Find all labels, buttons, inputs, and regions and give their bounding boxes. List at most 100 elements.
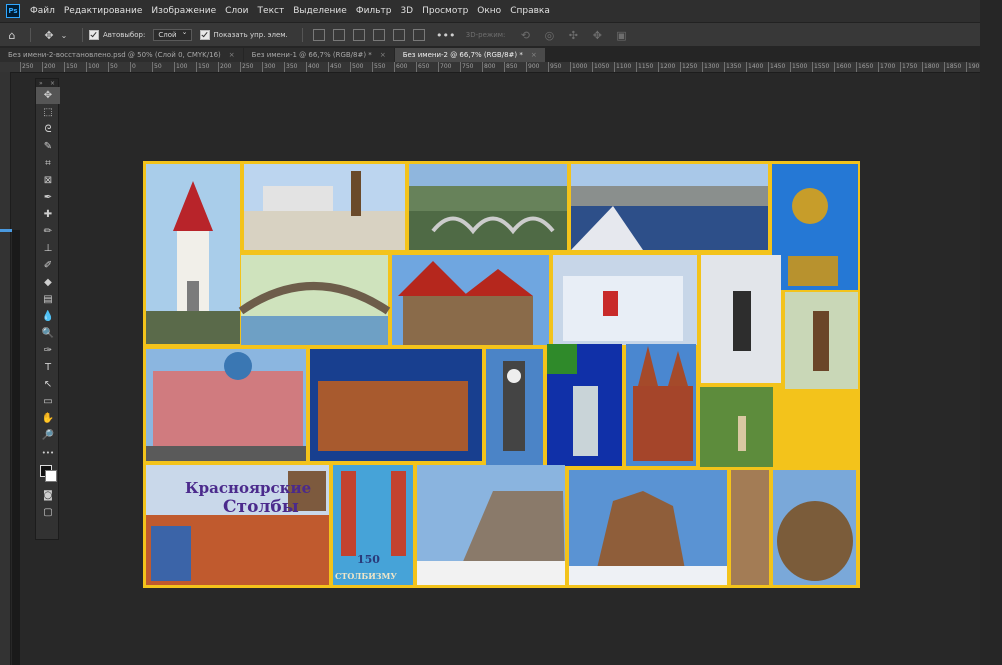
close-icon[interactable]: ×: [229, 51, 235, 59]
collapse-icon[interactable]: »: [39, 80, 43, 87]
eraser-tool-icon[interactable]: ◆: [36, 274, 60, 291]
frame-tool-icon[interactable]: ⊠: [36, 172, 60, 189]
ruler-tick: [614, 62, 615, 72]
marquee-tool-icon[interactable]: ⬚: [36, 104, 60, 121]
menu-filter[interactable]: Фильтр: [356, 6, 392, 16]
menu-3d[interactable]: 3D: [400, 6, 413, 16]
ruler-label: 550: [374, 63, 386, 70]
rectangle-tool-icon[interactable]: ▭: [36, 393, 60, 410]
poster-title-line2: Столбы: [223, 497, 299, 517]
slide-3d-icon: ✥: [592, 28, 603, 42]
dodge-tool-icon[interactable]: 🔍: [36, 325, 60, 342]
menu-select[interactable]: Выделение: [293, 6, 347, 16]
pen-tool-icon[interactable]: ✑: [36, 342, 60, 359]
align-bottom-icon[interactable]: [412, 29, 425, 41]
show-transform-checkbox[interactable]: Показать упр. элем.: [199, 30, 288, 40]
ruler-label: 1250: [682, 63, 698, 70]
menu-help[interactable]: Справка: [510, 6, 550, 16]
home-icon[interactable]: ⌂: [5, 28, 19, 42]
ruler-tick: [394, 62, 395, 72]
zoom-tool-icon[interactable]: 🔎: [36, 427, 60, 444]
ruler-label: 1800: [924, 63, 940, 70]
ruler-tick: [174, 62, 175, 72]
ruler-tick: [834, 62, 835, 72]
crop-tool-icon[interactable]: ⌗: [36, 155, 60, 172]
checkbox-box[interactable]: [89, 30, 99, 40]
history-brush-tool-icon[interactable]: ✐: [36, 257, 60, 274]
ruler-label: 150: [198, 63, 210, 70]
ruler-tick: [636, 62, 637, 72]
ruler-label: 1300: [704, 63, 720, 70]
autoselect-dropdown[interactable]: Слой: [153, 28, 192, 41]
hand-tool-icon[interactable]: ✋: [36, 410, 60, 427]
path-select-tool-icon[interactable]: ↖: [36, 376, 60, 393]
photoshop-logo[interactable]: Ps: [6, 4, 20, 18]
ruler-tick: [790, 62, 791, 72]
lasso-tool-icon[interactable]: ᘓ: [36, 121, 60, 138]
document-tabs: Без имени-2-восстановлено.psd @ 50% (Сло…: [0, 46, 1002, 62]
tab-document-3[interactable]: Без имени-2 @ 66,7% (RGB/8#) * ×: [394, 48, 545, 62]
align-left-icon[interactable]: [312, 29, 325, 41]
ruler-label: 1600: [836, 63, 852, 70]
checkbox-box[interactable]: [199, 30, 210, 40]
quick-mask-icon[interactable]: ◙: [36, 487, 60, 504]
tools-panel-header[interactable]: » ×: [36, 79, 58, 87]
separator: [301, 28, 303, 42]
autoselect-label: Автовыбор:: [103, 31, 146, 39]
screen-mode-icon[interactable]: ▢: [36, 504, 60, 521]
separator: [82, 28, 83, 42]
ruler-tick: [922, 62, 923, 72]
autoselect-checkbox[interactable]: Автовыбор:: [89, 30, 145, 40]
vertical-ruler[interactable]: [0, 72, 11, 665]
menu-bar: Ps Файл Редактирование Изображение Слои …: [0, 0, 1002, 22]
tab-document-1[interactable]: Без имени-2-восстановлено.psd @ 50% (Сло…: [0, 48, 243, 62]
menu-window[interactable]: Окно: [477, 6, 501, 16]
tab-document-2[interactable]: Без имени-1 @ 66,7% (RGB/8#) * ×: [243, 48, 394, 62]
stamp-tool-icon[interactable]: ⊥: [36, 240, 60, 257]
move-tool-icon[interactable]: ✥: [42, 28, 56, 42]
align-right-icon[interactable]: [352, 29, 365, 41]
quick-select-tool-icon[interactable]: ✎: [36, 138, 60, 155]
align-top-icon[interactable]: [372, 29, 385, 41]
close-icon[interactable]: ×: [50, 80, 55, 87]
eyedropper-tool-icon[interactable]: ✒: [36, 189, 60, 206]
menu-view[interactable]: Просмотр: [422, 6, 468, 16]
menu-image[interactable]: Изображение: [151, 6, 216, 16]
separator: [30, 28, 31, 42]
document-canvas[interactable]: Красноярские Столбы 150 СТОЛБИЗМУ: [143, 161, 860, 588]
mode-3d-label: 3D-режим:: [465, 31, 506, 39]
more-tools-icon[interactable]: •••: [36, 444, 60, 461]
ruler-tick: [86, 62, 87, 72]
ruler-label: 250: [242, 63, 254, 70]
move-tool-icon[interactable]: ✥: [36, 87, 60, 104]
type-tool-icon[interactable]: T: [36, 359, 60, 376]
badge-number: 150: [357, 553, 380, 566]
close-icon[interactable]: ×: [380, 51, 386, 59]
menu-file[interactable]: Файл: [30, 6, 55, 16]
more-options-icon[interactable]: •••: [436, 28, 455, 42]
ruler-tick: [856, 62, 857, 72]
align-center-icon[interactable]: [332, 29, 345, 41]
ruler-label: 500: [352, 63, 364, 70]
menu-edit[interactable]: Редактирование: [64, 6, 143, 16]
blur-tool-icon[interactable]: 💧: [36, 308, 60, 325]
ruler-label: 800: [484, 63, 496, 70]
ruler-label: 100: [88, 63, 100, 70]
orbit-3d-icon: ⟲: [520, 28, 531, 42]
brush-tool-icon[interactable]: ✏: [36, 223, 60, 240]
options-bar: ⌂ ✥ ⌄ Автовыбор: Слой Показать упр. элем…: [0, 22, 1002, 48]
ruler-label: 1500: [792, 63, 808, 70]
spot-heal-tool-icon[interactable]: ✚: [36, 206, 60, 223]
ruler-label: 450: [330, 63, 342, 70]
ruler-label: 750: [462, 63, 474, 70]
align-middle-icon[interactable]: [392, 29, 405, 41]
ruler-tick: [746, 62, 747, 72]
gradient-tool-icon[interactable]: ▤: [36, 291, 60, 308]
menu-type[interactable]: Текст: [258, 6, 285, 16]
close-icon[interactable]: ×: [531, 51, 537, 59]
background-color[interactable]: [45, 470, 57, 482]
chevron-down-icon[interactable]: ⌄: [57, 28, 71, 42]
color-swatches[interactable]: [36, 461, 60, 487]
menu-layers[interactable]: Слои: [225, 6, 248, 16]
horizontal-ruler[interactable]: 250 200 150 100 50 0 50 100 150 200 250 300 350 400 45…: [0, 62, 1002, 73]
